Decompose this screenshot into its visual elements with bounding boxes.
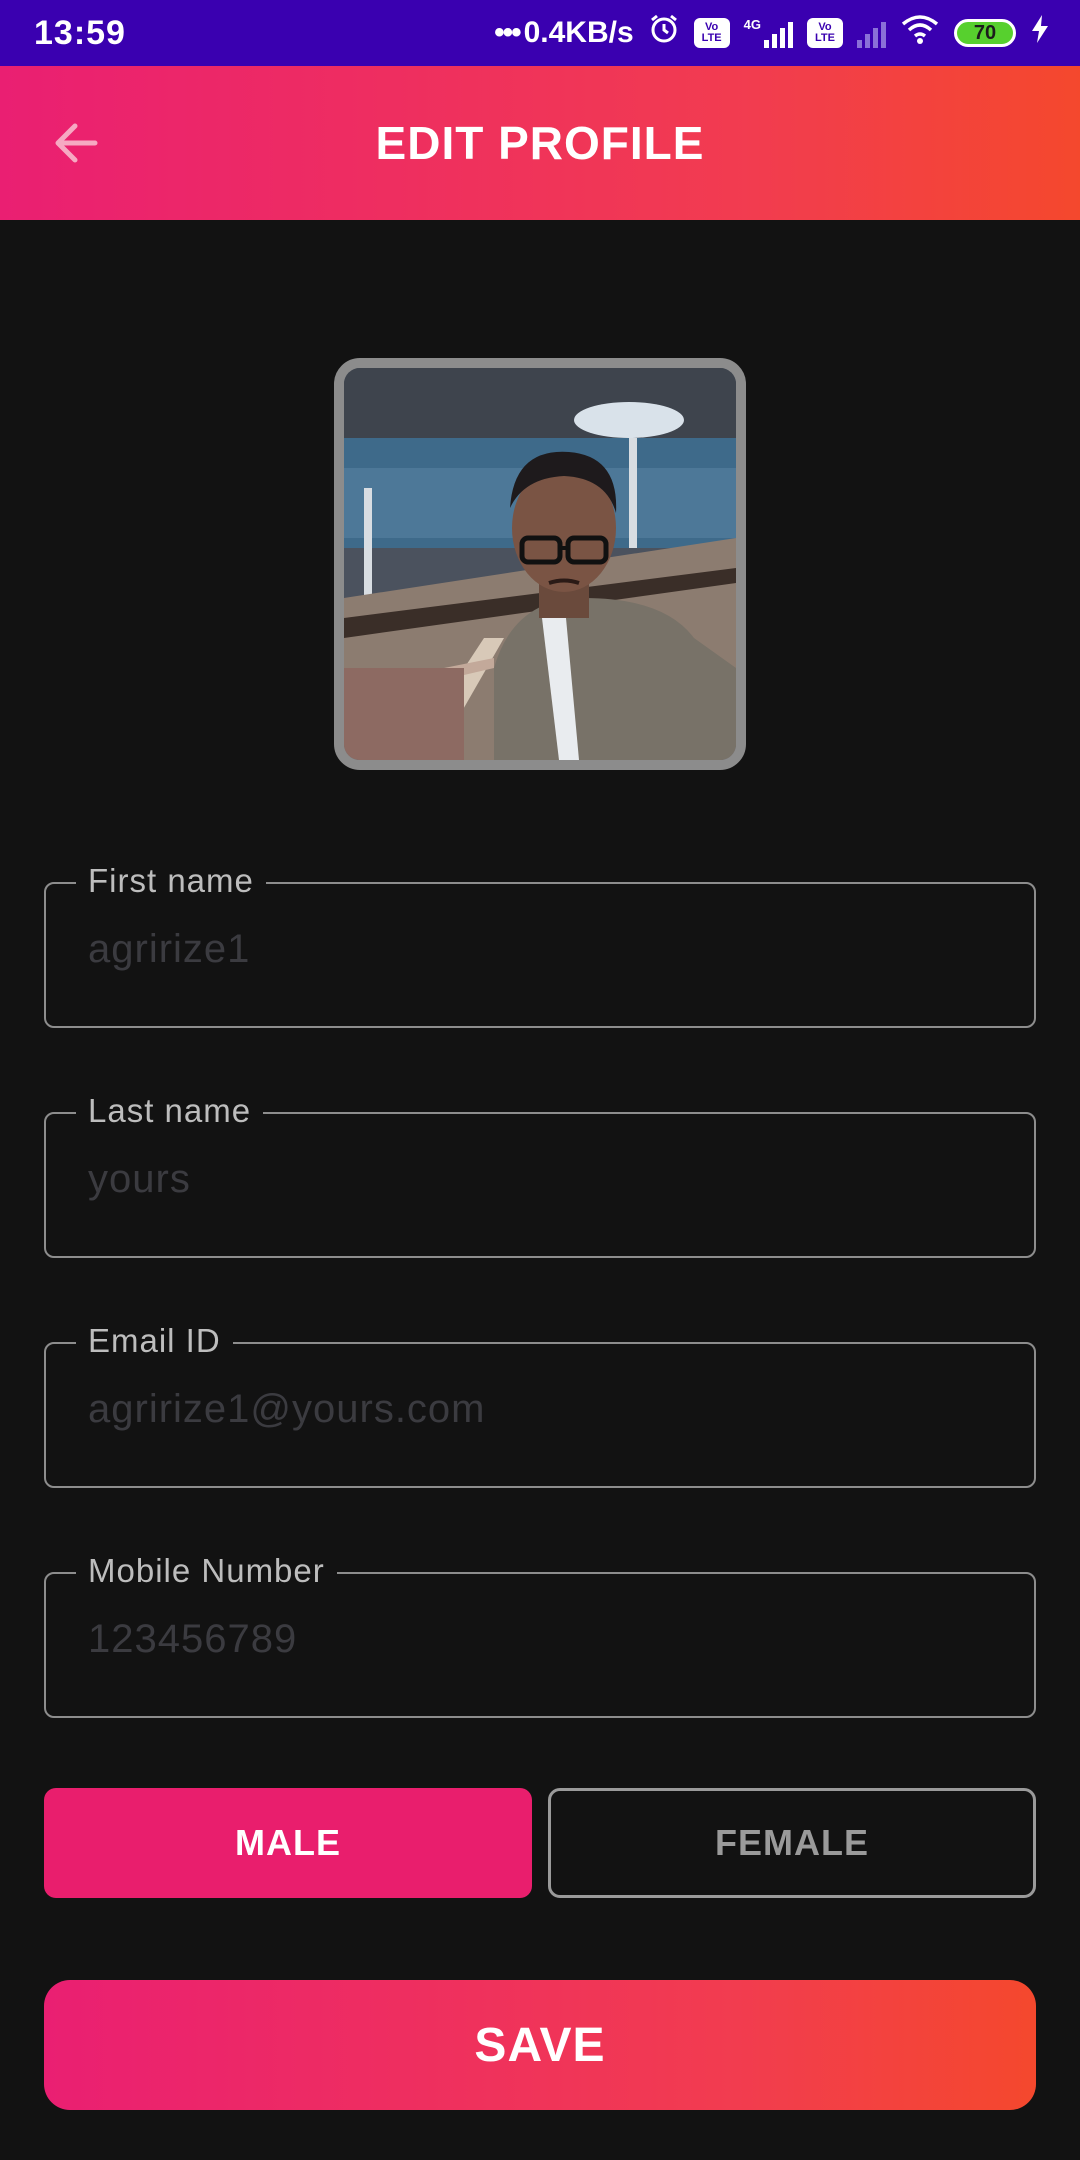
save-button[interactable]: SAVE [44, 1980, 1036, 2110]
network-activity-dots: ••• [494, 16, 521, 49]
network-type: 4G [743, 17, 761, 32]
status-time: 13:59 [34, 13, 126, 52]
last-name-input[interactable] [86, 1156, 990, 1203]
last-name-label: Last name [76, 1092, 264, 1130]
volte-icon-2: Vo LTE [807, 18, 843, 48]
alarm-icon [648, 13, 680, 53]
back-button[interactable] [44, 111, 108, 175]
mobile-number-input[interactable] [86, 1616, 990, 1663]
profile-photo[interactable] [334, 358, 746, 770]
email-label: Email ID [76, 1322, 233, 1360]
network-speed: 0.4KB/s [523, 16, 634, 49]
wifi-icon [900, 13, 940, 53]
first-name-field[interactable]: First name [44, 862, 1036, 1028]
female-button[interactable]: FEMALE [548, 1788, 1036, 1898]
signal-icon-2 [857, 18, 886, 48]
first-name-input[interactable] [86, 926, 990, 973]
mobile-number-field[interactable]: Mobile Number [44, 1552, 1036, 1718]
back-arrow-icon [55, 123, 98, 163]
first-name-label: First name [76, 862, 266, 900]
app-bar: EDIT PROFILE [0, 66, 1080, 220]
status-icons: ••• 0.4KB/s Vo LTE 4G Vo LTE 70 [494, 13, 1050, 53]
charging-icon [1030, 14, 1050, 52]
email-input[interactable] [86, 1386, 990, 1433]
signal-icon: 4G [744, 18, 793, 48]
battery-icon: 70 [954, 19, 1016, 47]
volte-icon: Vo LTE [693, 18, 730, 48]
page-title: EDIT PROFILE [375, 117, 705, 169]
male-button[interactable]: MALE [44, 1788, 532, 1898]
mobile-number-label: Mobile Number [76, 1552, 337, 1590]
last-name-field[interactable]: Last name [44, 1092, 1036, 1258]
profile-photo-image [344, 368, 736, 760]
email-field[interactable]: Email ID [44, 1322, 1036, 1488]
status-bar: 13:59 ••• 0.4KB/s Vo LTE 4G Vo LTE 70 [0, 0, 1080, 66]
